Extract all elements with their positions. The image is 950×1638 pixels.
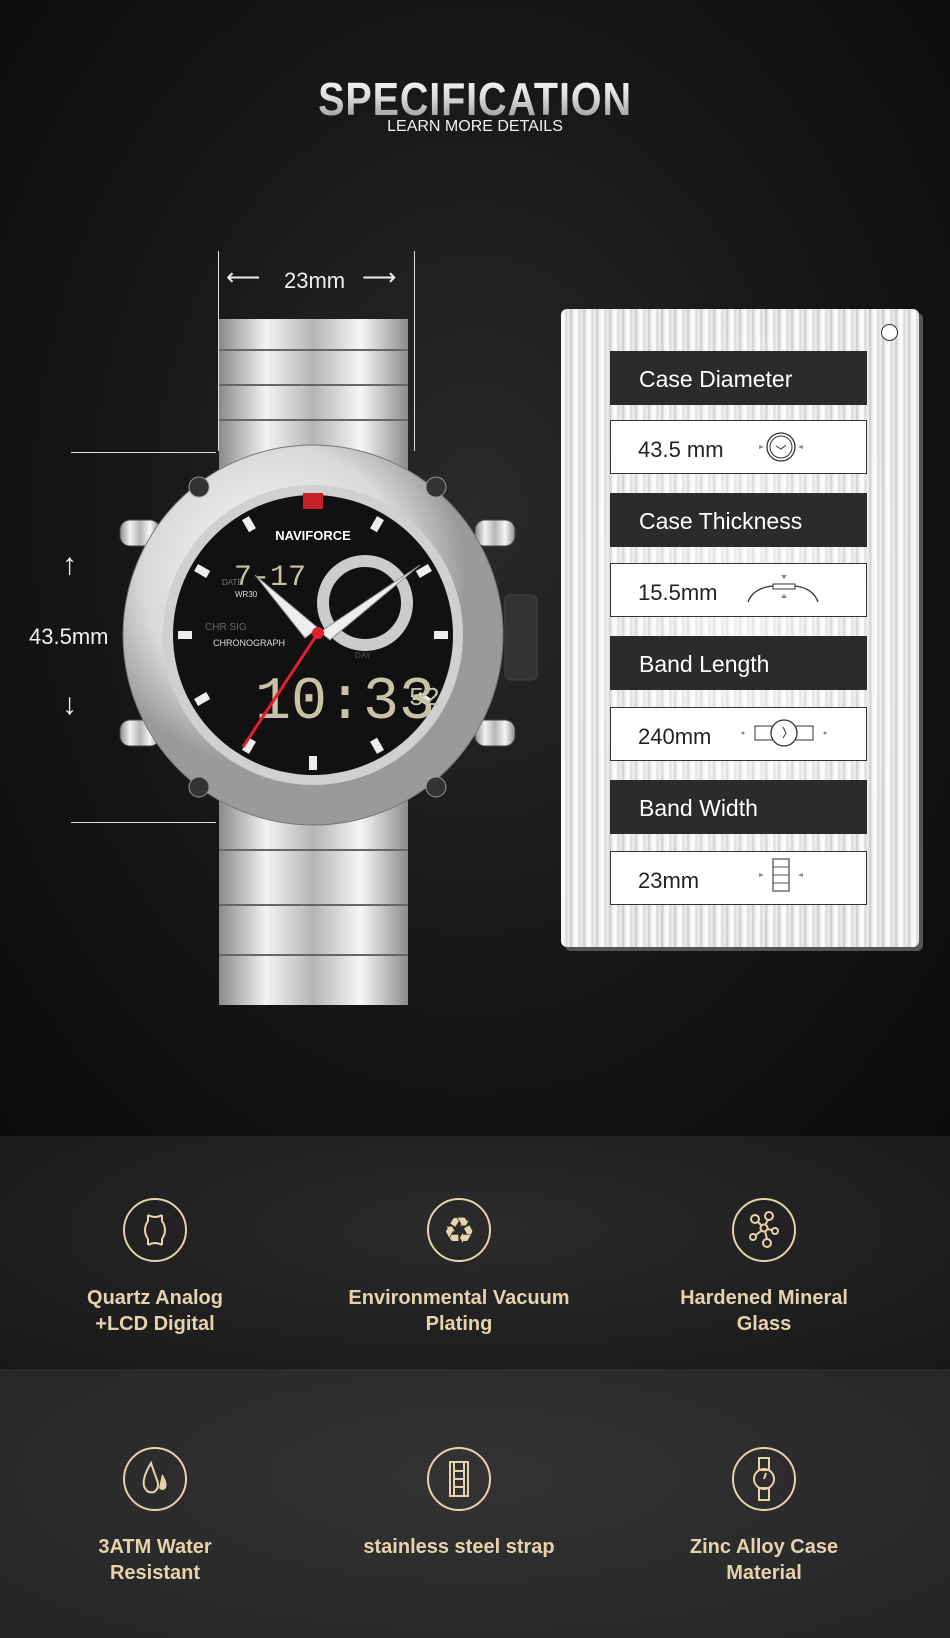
spec-label: Band Width bbox=[610, 780, 867, 834]
svg-text:CHRONOGRAPH: CHRONOGRAPH bbox=[213, 638, 285, 648]
svg-text:52: 52 bbox=[409, 683, 440, 713]
spec-label: Band Length bbox=[610, 636, 867, 690]
arrow-up-icon: ↑ bbox=[62, 548, 77, 581]
spec-value-row: 23mm bbox=[610, 851, 867, 905]
svg-text:DATE: DATE bbox=[222, 578, 243, 587]
water-drop-icon bbox=[123, 1447, 187, 1511]
arrow-right-icon: ⟶ bbox=[362, 264, 397, 291]
band-width-guide-right bbox=[414, 251, 415, 451]
feature-item: stainless steel strap bbox=[309, 1446, 609, 1560]
spec-label: Case Thickness bbox=[610, 493, 867, 547]
hour-marker bbox=[434, 631, 448, 639]
watch-side-icon bbox=[747, 575, 819, 603]
band-link-icon bbox=[759, 858, 803, 892]
svg-text:♻: ♻ bbox=[443, 1211, 475, 1252]
band-width-label: 23mm bbox=[284, 268, 346, 293]
recycle-icon: ♻ bbox=[427, 1198, 491, 1262]
band-width-guide-left bbox=[218, 251, 219, 451]
brand-logo: NAVIFORCE bbox=[275, 528, 351, 543]
feature-item: Hardened Mineral Glass bbox=[614, 1197, 914, 1337]
case-height-label: 43.5mm bbox=[29, 624, 109, 649]
spec-value-row: 240mm bbox=[610, 707, 867, 761]
spec-value-row: 15.5mm bbox=[610, 563, 867, 617]
page-subtitle: LEARN MORE DETAILS bbox=[387, 118, 563, 135]
feature-item: Quartz Analog +LCD Digital bbox=[5, 1197, 305, 1337]
molecule-icon bbox=[732, 1198, 796, 1262]
strap-icon bbox=[427, 1447, 491, 1511]
svg-text:WR30: WR30 bbox=[235, 590, 258, 599]
arrow-left-icon: ⟵ bbox=[226, 264, 261, 291]
watch-band-icon bbox=[741, 719, 827, 747]
svg-text:CHR SIG: CHR SIG bbox=[205, 622, 247, 633]
hang-hole bbox=[881, 324, 898, 341]
feature-item: 3ATM Water Resistant bbox=[5, 1446, 305, 1586]
case-guide-bottom bbox=[71, 822, 216, 823]
spec-value: 23mm bbox=[638, 868, 700, 893]
spec-label: Case Diameter bbox=[610, 351, 867, 405]
spec-card: Case Diameter 43.5 mm Case Thickness 15.… bbox=[561, 309, 919, 947]
spec-value-row: 43.5 mm bbox=[610, 420, 867, 474]
wristwatch-icon bbox=[732, 1447, 796, 1511]
watch-outline-icon bbox=[123, 1198, 187, 1262]
feature-item: ♻ Environmental Vacuum Plating bbox=[309, 1197, 609, 1337]
feature-item: Zinc Alloy Case Material bbox=[614, 1446, 914, 1586]
arrow-down-icon: ↓ bbox=[62, 688, 77, 721]
watch-image: NAVIFORCE 7-17 DATE WR30 CHR SIG CHRONOG… bbox=[119, 319, 538, 1005]
case-guide-top bbox=[71, 452, 216, 453]
spec-value: 43.5 mm bbox=[638, 437, 724, 462]
svg-text:DAY: DAY bbox=[355, 651, 372, 660]
watch-face-icon bbox=[759, 432, 803, 462]
spec-value: 15.5mm bbox=[638, 580, 718, 605]
spec-value: 240mm bbox=[638, 724, 712, 749]
hour-marker bbox=[309, 756, 317, 770]
hour-marker bbox=[178, 631, 192, 639]
